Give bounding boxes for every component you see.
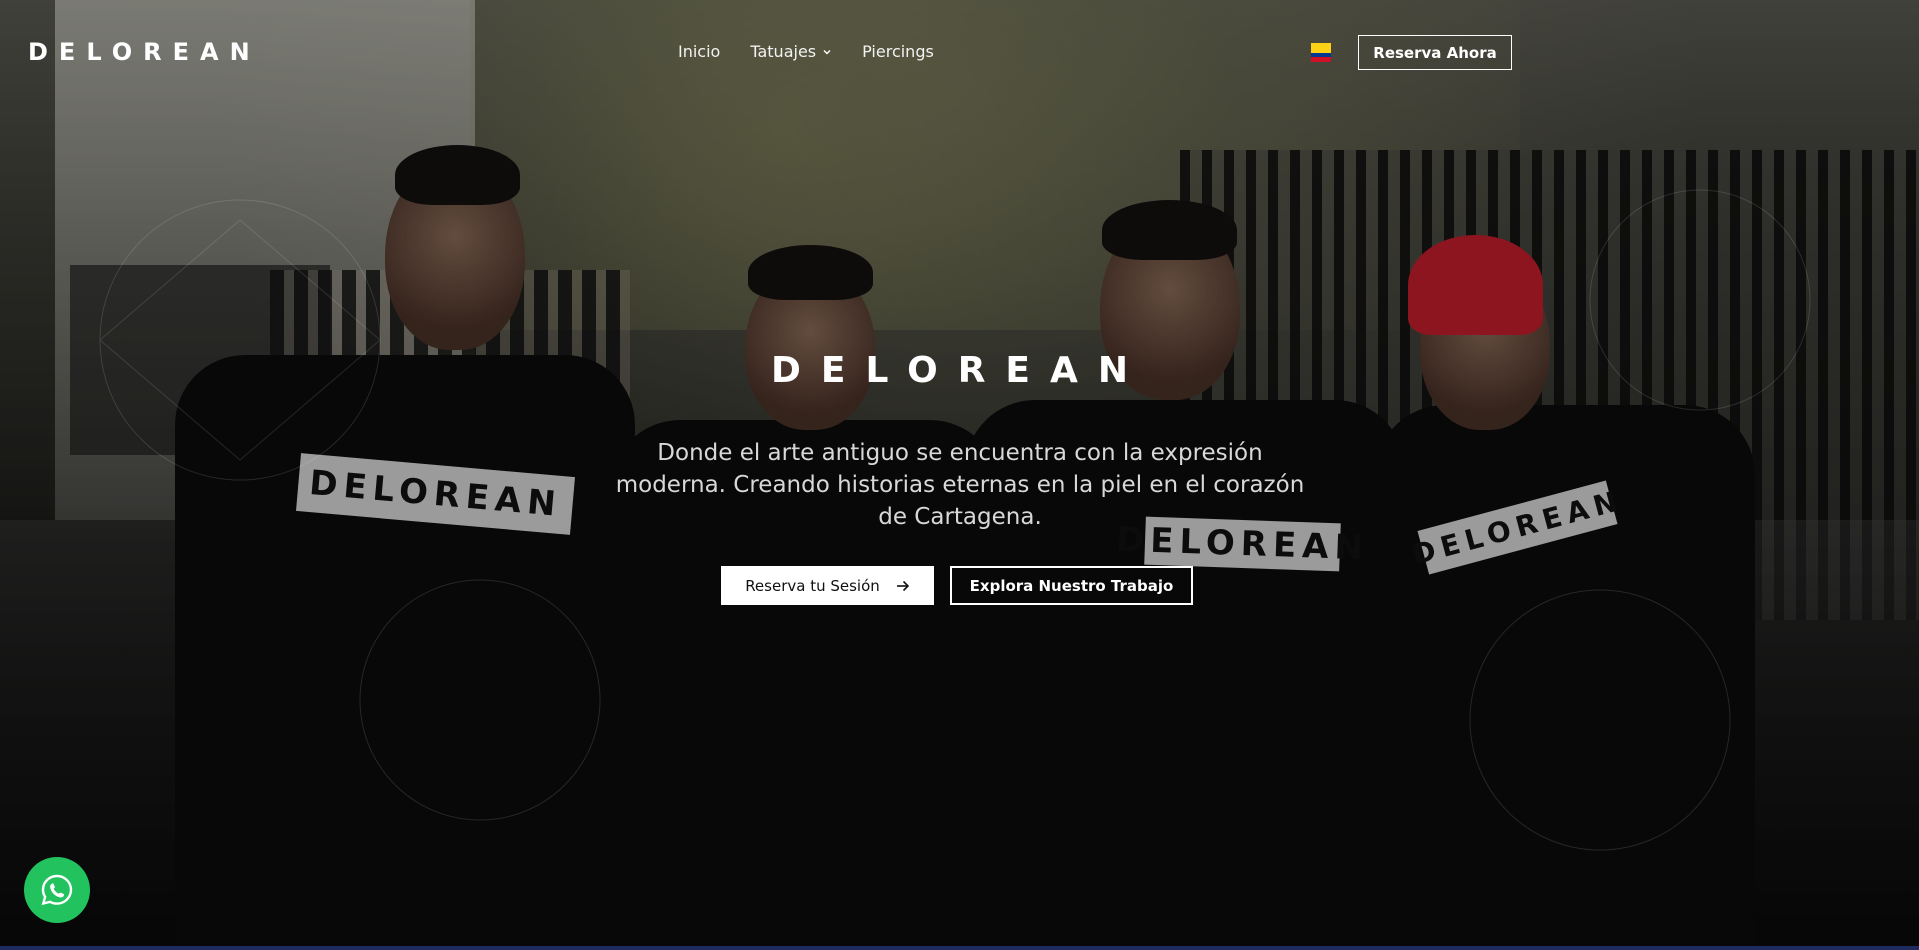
nav-item-tatuajes[interactable]: Tatuajes xyxy=(750,42,832,61)
explora-trabajo-button[interactable]: Explora Nuestro Trabajo xyxy=(950,566,1193,605)
reserva-sesion-button[interactable]: Reserva tu Sesión xyxy=(721,566,934,605)
nav-item-inicio[interactable]: Inicio xyxy=(678,42,720,61)
colombia-flag-icon[interactable] xyxy=(1311,43,1331,62)
hero-subtitle: Donde el arte antiguo se encuentra con l… xyxy=(615,440,1305,530)
site-header: DELOREAN Inicio Tatuajes Piercings Reser… xyxy=(0,0,1919,105)
whatsapp-button[interactable] xyxy=(24,857,90,923)
whatsapp-icon xyxy=(41,874,73,906)
nav-item-piercings[interactable]: Piercings xyxy=(862,42,934,61)
nav-item-label: Tatuajes xyxy=(750,42,817,61)
nav-item-label: Piercings xyxy=(862,42,934,61)
main-nav: Inicio Tatuajes Piercings xyxy=(678,42,934,61)
arrow-right-icon xyxy=(896,580,909,591)
reserva-sesion-label: Reserva tu Sesión xyxy=(745,576,880,595)
chevron-down-icon xyxy=(823,49,831,54)
logo[interactable]: DELOREAN xyxy=(28,38,261,66)
hero-title: DELOREAN xyxy=(770,350,1149,391)
hero-section: DELOREAN DELOREAN DELOREAN DELOREAN Inic… xyxy=(0,0,1919,950)
reserva-ahora-button[interactable]: Reserva Ahora xyxy=(1358,35,1512,70)
bottom-bar xyxy=(0,946,1919,950)
nav-item-label: Inicio xyxy=(678,42,721,61)
